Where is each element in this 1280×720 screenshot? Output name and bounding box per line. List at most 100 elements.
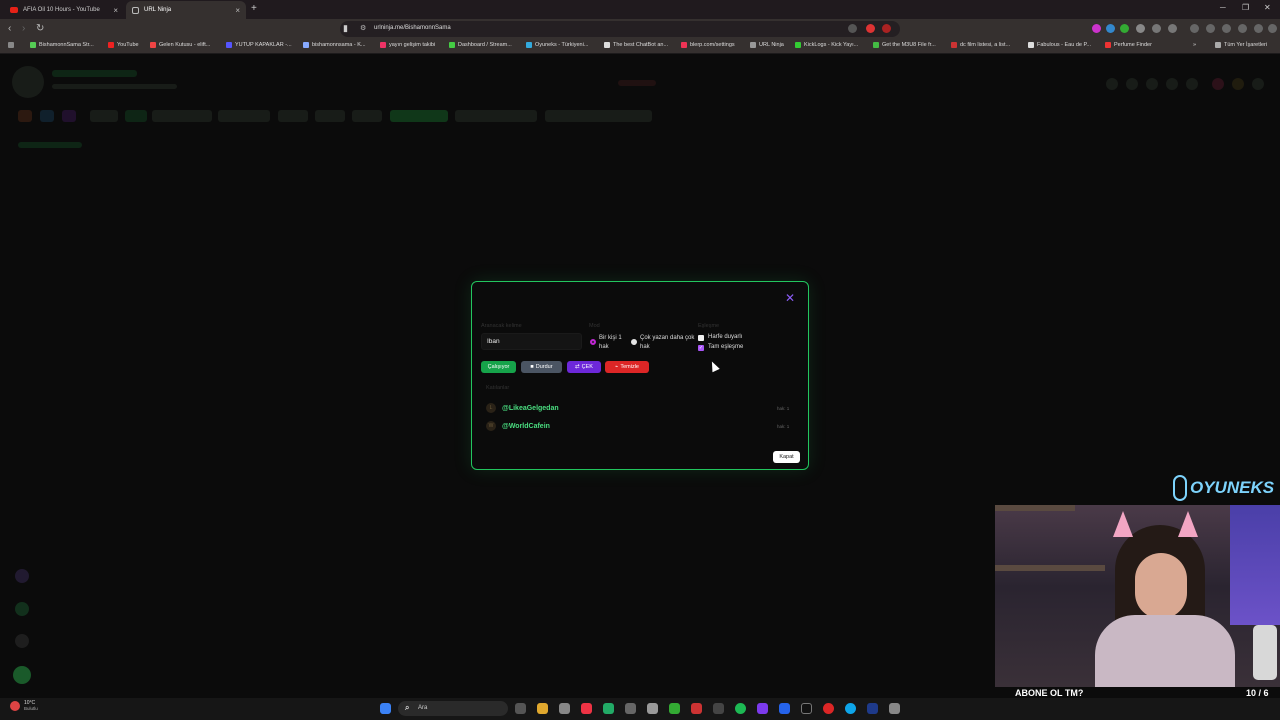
extension-icon[interactable] <box>1190 24 1199 33</box>
windows-start-icon[interactable] <box>380 703 391 714</box>
xbox-icon[interactable] <box>669 703 680 714</box>
toolbar-placeholder <box>218 110 270 122</box>
close-window-icon[interactable]: ✕ <box>1264 3 1271 12</box>
participant-row: W @WorldCafein <box>486 419 550 433</box>
close-button[interactable]: Kapat <box>773 451 800 463</box>
extension-icon[interactable] <box>1152 24 1161 33</box>
exact-match-checkbox[interactable]: ✓ <box>698 345 704 351</box>
omnibox[interactable]: ▮ ⚙ urlninja.me/BishamonnSama <box>340 21 900 37</box>
side-button[interactable] <box>13 666 31 684</box>
extension-icon[interactable] <box>1120 24 1129 33</box>
app-icon[interactable] <box>779 703 790 714</box>
file-explorer-icon[interactable] <box>537 703 548 714</box>
case-sensitive-checkbox[interactable] <box>698 335 704 341</box>
toolbar-placeholder <box>390 110 448 122</box>
bookmark-item[interactable]: Oyuneks - Türkiyeni... <box>526 42 588 48</box>
bookmark-item[interactable]: Get the M3U8 File fr... <box>873 42 936 48</box>
toolbar-placeholder <box>40 110 54 122</box>
close-tab-icon[interactable]: × <box>235 6 240 15</box>
streamer-face <box>1135 553 1187 619</box>
extension-icon[interactable] <box>1254 24 1263 33</box>
toolbar-placeholder <box>352 110 382 122</box>
all-bookmarks[interactable]: Tüm Yer İşaretleri <box>1215 42 1267 48</box>
youtube-icon <box>10 7 18 13</box>
edge-icon[interactable] <box>845 703 856 714</box>
taskbar-search[interactable]: ⌕ Ara <box>398 701 508 716</box>
chrome-icon[interactable] <box>823 703 834 714</box>
app-icon[interactable] <box>647 703 658 714</box>
bookmark-item[interactable]: bishamonnsama - K... <box>303 42 366 48</box>
brave-icon[interactable] <box>581 703 592 714</box>
bookmark-item[interactable]: BishamonnSama Str... <box>30 42 94 48</box>
bookmark-item[interactable]: YouTube <box>108 42 139 48</box>
bookmark-item[interactable]: YUTUP KAPAKLAR -... <box>226 42 292 48</box>
keyword-input[interactable] <box>481 333 582 350</box>
forward-icon[interactable]: › <box>22 23 25 34</box>
extension-icon[interactable] <box>1106 24 1115 33</box>
tab-youtube[interactable]: AFIA Oil 10 Hours - YouTube × <box>4 1 124 19</box>
bookmark-item[interactable]: Fabulous - Eau de P... <box>1028 42 1091 48</box>
extension-icon[interactable] <box>1168 24 1177 33</box>
side-button[interactable] <box>15 602 29 616</box>
bookmark-item[interactable]: KickLogs - Kick Yayı... <box>795 42 858 48</box>
twitch-icon[interactable] <box>757 703 768 714</box>
url-text: urlninja.me/BishamonnSama <box>374 25 451 31</box>
menu-icon[interactable] <box>1268 24 1277 33</box>
brand-mascot-icon <box>1173 475 1187 501</box>
more-bookmarks-icon[interactable]: » <box>1193 42 1196 48</box>
extension-icon[interactable] <box>1092 24 1101 33</box>
header-button-placeholder <box>1146 78 1158 90</box>
share-icon[interactable] <box>848 24 857 33</box>
store-icon[interactable] <box>559 703 570 714</box>
app-icon[interactable] <box>625 703 636 714</box>
extension-icon[interactable] <box>882 24 891 33</box>
mode-option-one-label: Bir kişi 1 hak <box>599 335 622 350</box>
apps-icon[interactable] <box>8 42 14 48</box>
bookmark-item[interactable]: The best ChatBot an... <box>604 42 668 48</box>
minimize-icon[interactable]: ─ <box>1220 3 1226 12</box>
spotify-icon[interactable] <box>735 703 746 714</box>
bookmark-item[interactable]: Perfume Finder <box>1105 42 1152 48</box>
new-tab-button[interactable]: + <box>251 3 257 14</box>
bookmark-item[interactable]: URL Ninja <box>750 42 784 48</box>
stop-button[interactable]: ■ Durdur <box>521 361 562 373</box>
bookmark-item[interactable]: Gelen Kutusu - elift... <box>150 42 210 48</box>
maximize-icon[interactable]: ❐ <box>1242 3 1249 12</box>
brave-shield-icon[interactable] <box>866 24 875 33</box>
mode-radio-more-writes[interactable] <box>631 339 637 345</box>
extension-icon[interactable] <box>1136 24 1145 33</box>
close-icon[interactable]: ✕ <box>785 291 795 305</box>
app-icon[interactable] <box>713 703 724 714</box>
clear-button[interactable]: ⌁ Temizle <box>605 361 649 373</box>
side-button[interactable] <box>15 569 29 583</box>
taskbar <box>0 698 1280 720</box>
bookmark-icon[interactable]: ▮ <box>343 23 348 34</box>
running-button[interactable]: Çalışıyor <box>481 361 516 373</box>
bookmark-item[interactable]: Dashboard / Stream... <box>449 42 512 48</box>
sidebar-icon[interactable] <box>1206 24 1215 33</box>
weather-widget[interactable]: 10°C Bulutlu <box>10 700 38 711</box>
close-tab-icon[interactable]: × <box>113 6 118 15</box>
address-bar-row: ‹ › ↻ ▮ ⚙ urlninja.me/BishamonnSama <box>0 19 1280 39</box>
side-button[interactable] <box>15 634 29 648</box>
settings-icon[interactable] <box>889 703 900 714</box>
bookmark-item[interactable]: yayın gelişim takibi <box>380 42 435 48</box>
extension-icon[interactable] <box>1222 24 1231 33</box>
draw-button[interactable]: ⇄ ÇEK <box>567 361 601 373</box>
back-icon[interactable]: ‹ <box>8 23 11 34</box>
tab-url-ninja[interactable]: URL Ninja × <box>126 1 246 19</box>
site-info-icon[interactable]: ⚙ <box>360 24 366 32</box>
extension-icon[interactable] <box>1238 24 1247 33</box>
bookmark-item[interactable]: dc film listesi, a list... <box>951 42 1010 48</box>
toolbar-placeholder <box>152 110 212 122</box>
phone <box>1253 625 1277 680</box>
mode-radio-one-per-person[interactable] <box>590 339 596 345</box>
app-icon[interactable] <box>691 703 702 714</box>
app-icon[interactable] <box>603 703 614 714</box>
app-icon[interactable] <box>867 703 878 714</box>
app-icon[interactable] <box>801 703 812 714</box>
bookmark-item[interactable]: blerp.com/settings <box>681 42 735 48</box>
task-view-icon[interactable] <box>515 703 526 714</box>
reload-icon[interactable]: ↻ <box>36 23 44 34</box>
tab-title: URL Ninja <box>144 7 172 13</box>
